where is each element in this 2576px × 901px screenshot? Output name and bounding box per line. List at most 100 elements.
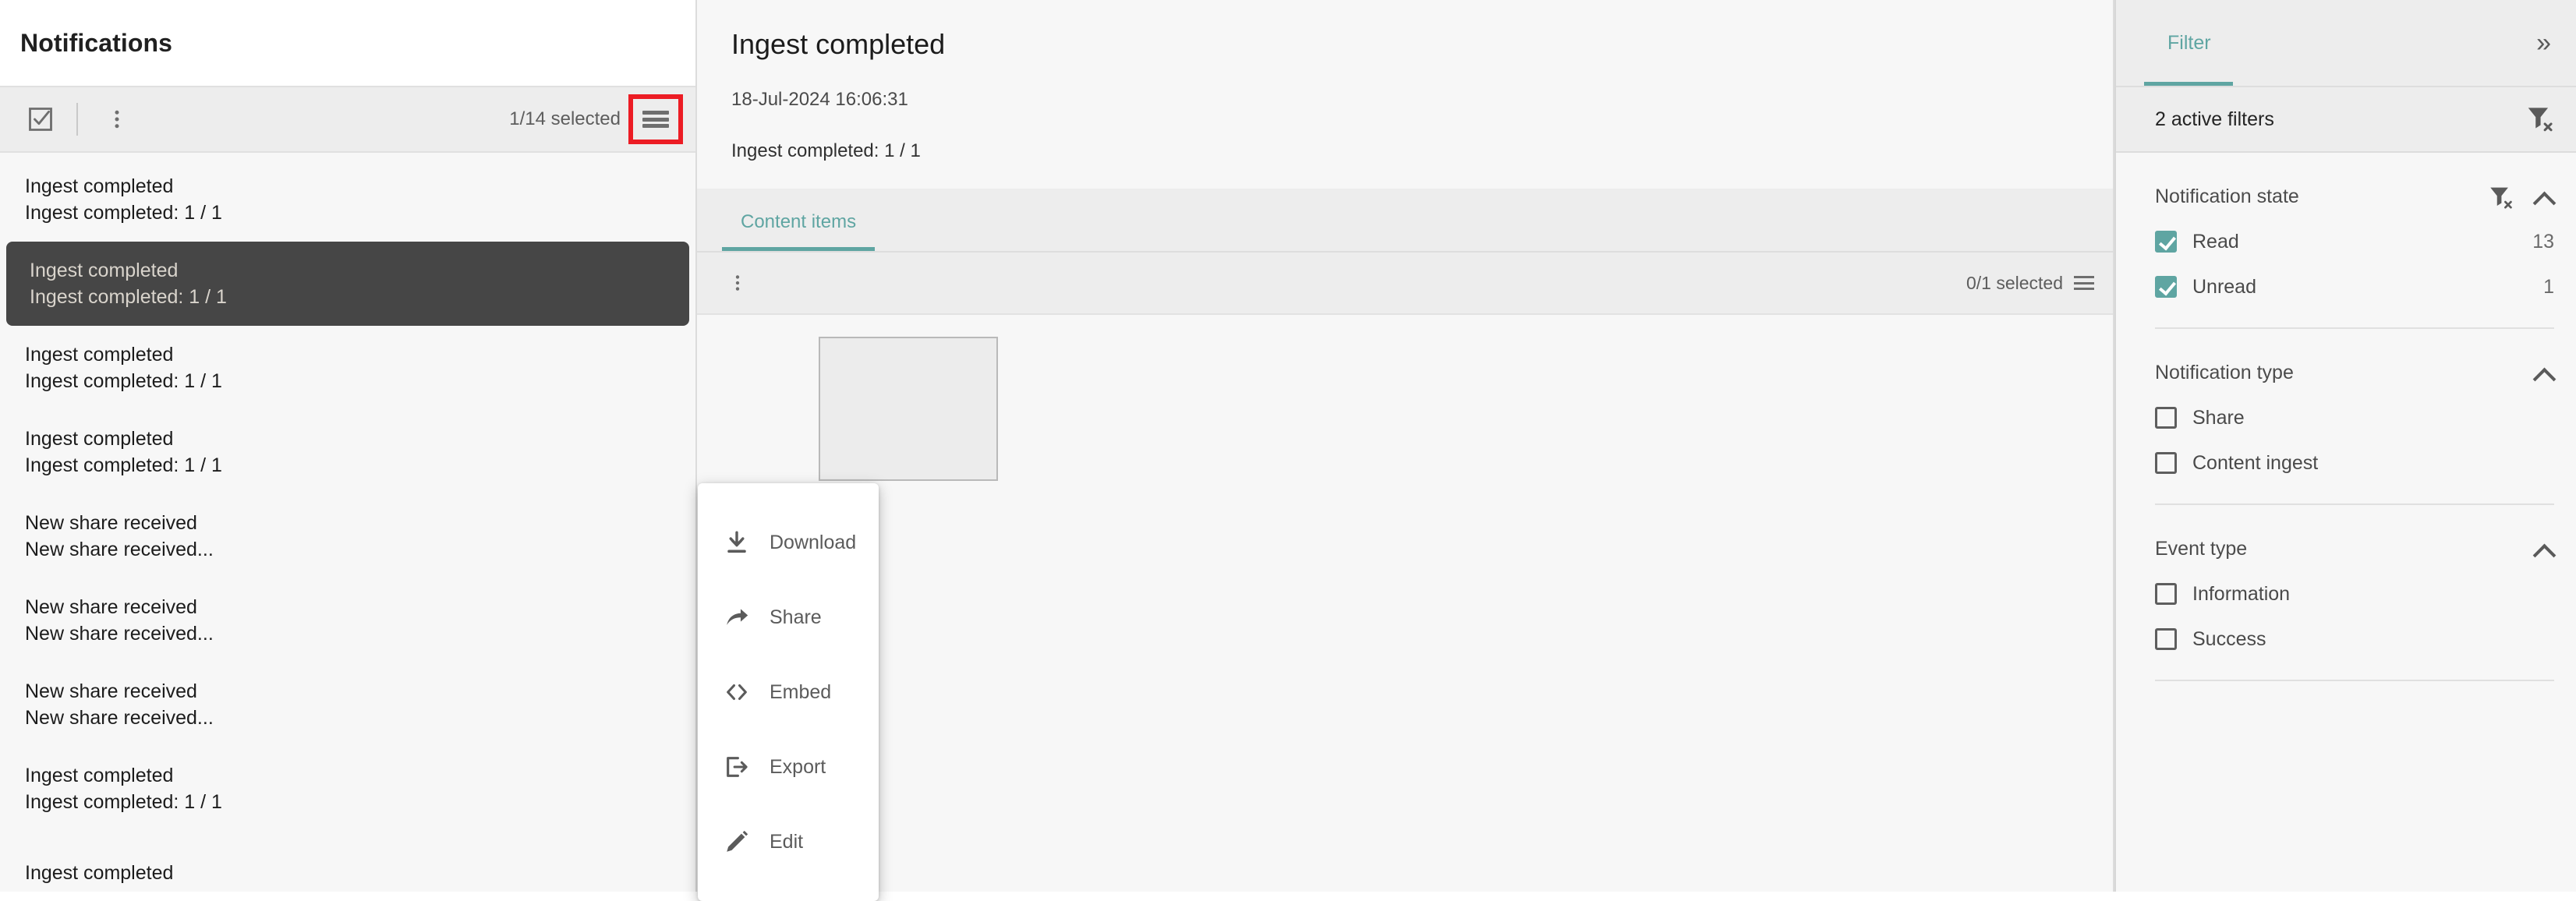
content-items-overflow-menu-button[interactable]	[719, 264, 756, 302]
filter-option-label: Information	[2192, 582, 2291, 605]
chevron-double-right-icon[interactable]: »	[2525, 22, 2559, 64]
checkbox-check-icon	[29, 108, 52, 131]
hamburger-list-icon	[642, 111, 669, 128]
filter-section-notification-type: Notification type Share Content ingest	[2155, 329, 2554, 505]
notification-title: Ingest completed	[25, 344, 174, 366]
filter-option-share[interactable]: Share	[2155, 398, 2554, 438]
active-filters-bar: 2 active filters	[2116, 87, 2576, 153]
filter-section-header: Event type	[2155, 528, 2554, 569]
checkbox-icon[interactable]	[2155, 407, 2177, 429]
filter-option-content-ingest[interactable]: Content ingest	[2155, 443, 2554, 483]
collapse-section-button[interactable]	[2534, 366, 2554, 379]
checkbox-icon[interactable]	[2155, 583, 2177, 605]
filter-section-header: Notification state	[2155, 176, 2554, 217]
detail-header: Ingest completed 18-Jul-2024 16:06:31 In…	[697, 0, 2113, 189]
menu-item-label: Embed	[770, 680, 832, 703]
menu-item-download[interactable]: Download	[698, 505, 879, 580]
filter-section-title: Notification type	[2155, 361, 2294, 383]
filter-option-count: 1	[2543, 275, 2554, 298]
list-item[interactable]: New share received New share received...	[6, 578, 689, 662]
collapse-section-button[interactable]	[2534, 190, 2554, 203]
filter-option-label: Unread	[2192, 275, 2256, 298]
notification-title: Ingest completed	[25, 862, 174, 884]
app-root: Notifications 1/14 selected Ingest compl…	[0, 0, 2576, 892]
notification-detail-panel: Ingest completed 18-Jul-2024 16:06:31 In…	[697, 0, 2114, 892]
filter-option-read[interactable]: Read 13	[2155, 221, 2554, 262]
list-item[interactable]: Ingest completed	[6, 831, 689, 892]
notifications-panel: Notifications 1/14 selected Ingest compl…	[0, 0, 697, 892]
notification-title: New share received	[25, 680, 197, 702]
list-item[interactable]: New share received New share received...	[6, 494, 689, 578]
filter-section-header: Notification type	[2155, 352, 2554, 393]
list-item[interactable]: Ingest completed Ingest completed: 1 / 1	[6, 242, 689, 326]
content-item-card[interactable]	[819, 337, 998, 481]
content-items-area	[697, 315, 2113, 892]
menu-item-label: Edit	[770, 830, 804, 853]
filter-option-count: 13	[2532, 230, 2554, 253]
filter-clear-icon	[2528, 107, 2553, 131]
filter-option-label: Success	[2192, 627, 2266, 650]
kebab-menu-icon	[735, 275, 740, 291]
filter-option-label: Content ingest	[2192, 451, 2319, 474]
list-item[interactable]: Ingest completed Ingest completed: 1 / 1	[6, 157, 689, 242]
menu-item-edit[interactable]: Edit	[698, 804, 879, 879]
menu-item-share[interactable]: Share	[698, 580, 879, 655]
pencil-icon	[721, 826, 752, 857]
download-icon	[721, 527, 752, 558]
menu-item-label: Export	[770, 755, 826, 778]
menu-item-label: Download	[770, 531, 857, 553]
filter-panel: Filter » 2 active filters Notification s…	[2114, 0, 2576, 892]
list-view-toggle-button[interactable]	[628, 94, 683, 144]
checkbox-icon[interactable]	[2155, 628, 2177, 650]
content-items-view-toggle-button[interactable]	[2074, 276, 2094, 290]
collapse-section-button[interactable]	[2534, 542, 2554, 555]
detail-timestamp: 18-Jul-2024 16:06:31	[731, 89, 908, 110]
checkbox-icon[interactable]	[2155, 231, 2177, 253]
clear-all-filters-button[interactable]	[2525, 103, 2554, 136]
notification-subtitle: Ingest completed: 1 / 1	[25, 454, 222, 476]
list-item[interactable]: New share received New share received...	[6, 662, 689, 747]
list-selection-count: 1/14 selected	[509, 108, 621, 129]
filter-section-title: Event type	[2155, 537, 2248, 560]
page-title: Notifications	[20, 28, 173, 57]
section-divider	[2155, 680, 2554, 681]
notification-title: Ingest completed	[30, 260, 179, 281]
checkbox-icon[interactable]	[2155, 276, 2177, 298]
filter-option-success[interactable]: Success	[2155, 619, 2554, 659]
filter-section-event-type: Event type Information Success	[2155, 505, 2554, 681]
page-header: Notifications	[0, 0, 695, 87]
share-arrow-icon	[721, 602, 752, 633]
menu-item-embed[interactable]: Embed	[698, 655, 879, 730]
menu-item-export[interactable]: Export	[698, 730, 879, 804]
list-item[interactable]: Ingest completed Ingest completed: 1 / 1	[6, 410, 689, 494]
notification-title: Ingest completed	[25, 428, 174, 450]
filter-panel-tabbar: Filter »	[2116, 0, 2576, 87]
list-item[interactable]: Ingest completed Ingest completed: 1 / 1	[6, 747, 689, 831]
checkbox-icon[interactable]	[2155, 452, 2177, 474]
select-all-checkbox-button[interactable]	[22, 101, 59, 138]
content-items-context-menu[interactable]: Download Share Embed Export Edit	[698, 483, 879, 901]
clear-section-filter-button[interactable]	[2487, 183, 2514, 210]
tab-content-items[interactable]: Content items	[722, 211, 876, 251]
filter-section-notification-state: Notification state Read 13 Unread 1	[2155, 153, 2554, 329]
detail-title: Ingest completed	[731, 28, 946, 60]
export-box-arrow-icon	[721, 751, 752, 783]
notification-title: Ingest completed	[25, 175, 174, 197]
notification-title: New share received	[25, 512, 197, 534]
list-overflow-menu-button[interactable]	[98, 101, 136, 138]
notification-list[interactable]: Ingest completed Ingest completed: 1 / 1…	[0, 153, 695, 892]
list-item[interactable]: Ingest completed Ingest completed: 1 / 1	[6, 326, 689, 410]
filter-clear-icon	[2490, 187, 2512, 209]
notification-subtitle: Ingest completed: 1 / 1	[25, 370, 222, 392]
notification-subtitle: New share received...	[25, 623, 214, 645]
chevron-up-icon	[2534, 542, 2554, 555]
filter-sections: Notification state Read 13 Unread 1 Noti…	[2116, 153, 2576, 892]
filter-option-label: Share	[2192, 406, 2245, 429]
detail-tabs: Content items	[697, 189, 2113, 253]
filter-option-unread[interactable]: Unread 1	[2155, 267, 2554, 307]
code-brackets-icon	[721, 677, 752, 708]
tab-filter[interactable]: Filter	[2144, 0, 2232, 86]
active-filters-count: 2 active filters	[2155, 108, 2274, 130]
chevron-up-icon	[2534, 190, 2554, 203]
filter-option-information[interactable]: Information	[2155, 574, 2554, 614]
